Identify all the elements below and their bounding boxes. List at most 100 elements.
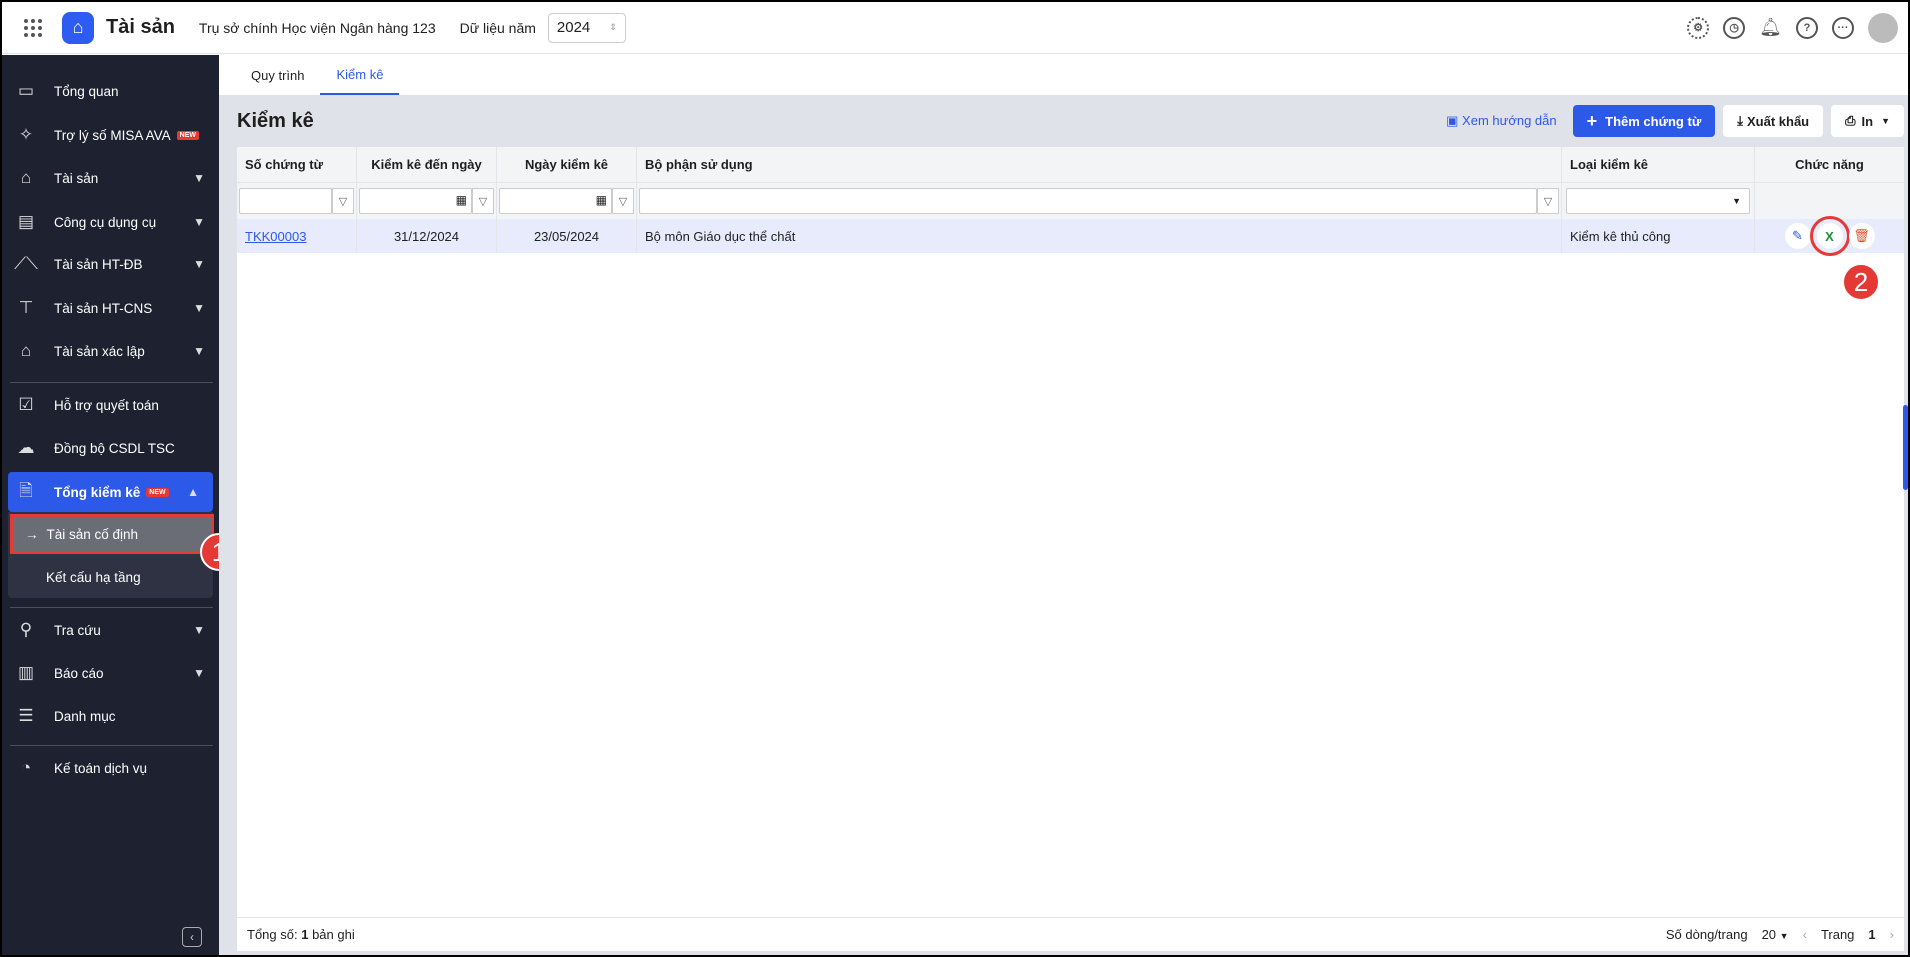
printer-icon: ⎙ — [1845, 113, 1856, 128]
rows-per-page-value: 20 — [1761, 927, 1777, 942]
cell-count-date: 23/05/2024 — [497, 219, 637, 253]
help-icon[interactable]: ? — [1796, 16, 1818, 39]
prev-page-icon[interactable]: ‹ — [1803, 927, 1807, 942]
subitem-label: Kết cấu hạ tầng — [46, 569, 141, 585]
sidebar-item-label: Tài sản xác lập — [54, 343, 145, 359]
video-icon: ▣ — [1446, 113, 1463, 128]
page-number[interactable]: 1 — [1868, 927, 1875, 942]
plus-icon: + — [1586, 110, 1598, 131]
bell-icon[interactable]: 🔔︎ — [1759, 17, 1782, 38]
sidebar-item-sync[interactable]: ☁ Đồng bộ CSDL TSC — [2, 428, 219, 468]
cell-department: Bộ môn Giáo dục thể chất — [637, 219, 1562, 253]
table-footer: Tổng số: 1 bản ghi Số dòng/trang 20 ▼ ‹ … — [237, 917, 1904, 951]
sidebar-item-overview[interactable]: ▭ Tổng quan — [2, 71, 219, 111]
chevron-down-icon: ▼ — [193, 171, 205, 185]
rows-per-page-label: Số dòng/trang — [1665, 927, 1748, 942]
col-count-date[interactable]: Ngày kiểm kê — [497, 147, 637, 182]
col-actions: Chức năng — [1795, 157, 1864, 172]
edit-icon[interactable]: ✎ — [1784, 223, 1811, 249]
sidebar-item-settlement[interactable]: ☑ Hỗ trợ quyết toán — [2, 385, 219, 425]
sidebar: ▭ Tổng quan ✧ Trợ lý số MISA AVA NEW ⌂ Tài s… — [2, 55, 238, 955]
next-page-icon[interactable]: › — [1890, 927, 1894, 942]
year-label: Dữ liệu năm — [459, 19, 536, 36]
count-type-select[interactable]: ▼ — [1566, 188, 1750, 214]
page-label: Trang — [1820, 927, 1855, 942]
unit-selector[interactable]: Trụ sở chính Học viện Ngân hàng 123 — [199, 20, 436, 36]
sidebar-item-established[interactable]: ⌂ Tài sản xác lập ▼ — [2, 331, 219, 371]
trash-icon[interactable]: 🗑︎ — [1848, 223, 1875, 249]
sidebar-item-reports[interactable]: ▥ Báo cáo ▼ — [2, 653, 219, 693]
subitem-label: Tài sản cố định — [46, 526, 139, 542]
date-input[interactable]: ▦ — [359, 188, 472, 214]
sidebar-item-label: Tài sản HT-ĐB — [54, 256, 143, 272]
print-button[interactable]: ⎙ In ▼ — [1831, 105, 1904, 137]
app-name: Tài sản — [106, 16, 175, 38]
sidebar-item-tools[interactable]: ▤ Công cụ dụng cụ ▼ — [2, 202, 219, 242]
sidebar-item-label: Công cụ dụng cụ — [54, 214, 157, 230]
filter-icon[interactable]: ▽ — [612, 188, 634, 214]
total-unit: bản ghi — [312, 927, 355, 942]
sidebar-item-assets[interactable]: ⌂ Tài sản ▼ — [2, 158, 219, 198]
divider — [10, 745, 213, 746]
col-count-to-date[interactable]: Kiểm kê đến ngày — [357, 147, 497, 182]
settings-icon[interactable]: ⚙ — [1687, 16, 1710, 39]
arrow-right-icon: → — [25, 526, 39, 542]
date-input[interactable]: ▦ — [499, 188, 612, 214]
sidebar-subitem-fixed-assets[interactable]: → Tài sản cố định — [10, 514, 214, 554]
filter-department: ▽ — [637, 183, 1562, 219]
side-scroll-handle[interactable] — [1903, 405, 1908, 490]
row-actions: ✎ X 🗑︎ — [1755, 216, 1904, 256]
col-department[interactable]: Bộ phận sử dụng — [637, 147, 1562, 182]
sidebar-item-ht-cns[interactable]: ⊤ Tài sản HT-CNS ▼ — [2, 288, 219, 328]
filter-input[interactable] — [239, 188, 332, 214]
app-grid-icon[interactable] — [24, 18, 42, 37]
year-value: 2024 — [556, 19, 591, 36]
sidebar-item-ht-db[interactable]: ⟋⟍ Tài sản HT-ĐB ▼ — [2, 244, 219, 284]
chevron-up-icon: ▲ — [187, 485, 199, 499]
export-button[interactable]: ⤓ Xuất khẩu — [1723, 105, 1824, 137]
filter-input[interactable] — [639, 188, 1537, 214]
road-icon: ⟋⟍ — [14, 254, 38, 273]
print-label: In — [1861, 113, 1874, 129]
rows-per-page-select[interactable]: 20 ▼ — [1762, 927, 1789, 942]
sidebar-subitem-infrastructure[interactable]: Kết cấu hạ tầng — [10, 557, 214, 597]
voucher-link[interactable]: TKK00003 — [245, 229, 306, 244]
excel-icon[interactable]: X — [1809, 216, 1850, 256]
avatar[interactable] — [1868, 12, 1898, 43]
spinner-icon: ⇕ — [609, 22, 617, 32]
bar-chart-icon: ▥ — [17, 663, 35, 682]
sidebar-item-label: Đồng bộ CSDL TSC — [54, 440, 175, 456]
sidebar-item-label: Hỗ trợ quyết toán — [54, 397, 159, 413]
sidebar-item-lookup[interactable]: ⚲ Tra cứu ▼ — [2, 610, 219, 650]
col-count-type[interactable]: Loại kiểm kê — [1562, 147, 1755, 182]
voucher-table: Số chứng từ Kiểm kê đến ngày Ngày kiểm k… — [237, 147, 1904, 951]
filter-icon[interactable]: ▽ — [472, 188, 494, 214]
col-voucher-no[interactable]: Số chứng từ — [237, 147, 357, 182]
cell-count-type: Kiểm kê thủ công — [1562, 219, 1755, 253]
download-icon: ⤓ — [1737, 113, 1743, 128]
sidebar-item-accounting[interactable]: ◔ Kế toán dịch vụ — [2, 748, 219, 788]
sidebar-item-catalog[interactable]: ☰ Danh mục — [2, 696, 219, 736]
cell-count-to-date: 31/12/2024 — [357, 219, 497, 253]
table-row[interactable]: TKK00003 31/12/2024 23/05/2024 Bộ môn Gi… — [237, 216, 1904, 256]
chevron-down-icon: ▼ — [193, 623, 205, 637]
monitor-chart-icon: ▭ — [17, 81, 35, 100]
chevron-down-icon: ▼ — [193, 257, 205, 271]
add-label: Thêm chứng từ — [1605, 113, 1702, 129]
sidebar-item-inventory[interactable]: 🗎︎ Tổng kiểm kê NEW ▲ — [8, 472, 213, 512]
more-icon[interactable]: ··· — [1832, 16, 1854, 39]
guide-link[interactable]: ▣ Xem hướng dẫn — [1446, 113, 1556, 129]
alarm-clock-icon[interactable]: ◷ — [1723, 16, 1746, 39]
chevron-down-icon: ▼ — [193, 344, 205, 358]
collapse-sidebar-button[interactable]: ‹ — [182, 927, 202, 947]
add-voucher-button[interactable]: + Thêm chứng từ — [1572, 105, 1716, 137]
tab-process[interactable]: Quy trình — [235, 55, 320, 95]
year-select[interactable]: 2024 ⇕ — [547, 12, 626, 43]
clipboard-icon: ☑ — [18, 395, 34, 414]
filter-count-type: ▼ — [1562, 183, 1755, 219]
divider — [10, 382, 213, 383]
sidebar-item-ava[interactable]: ✧ Trợ lý số MISA AVA NEW — [2, 115, 219, 155]
tab-inventory[interactable]: Kiểm kê — [320, 55, 400, 95]
filter-icon[interactable]: ▽ — [1537, 188, 1559, 214]
filter-icon[interactable]: ▽ — [332, 188, 354, 214]
